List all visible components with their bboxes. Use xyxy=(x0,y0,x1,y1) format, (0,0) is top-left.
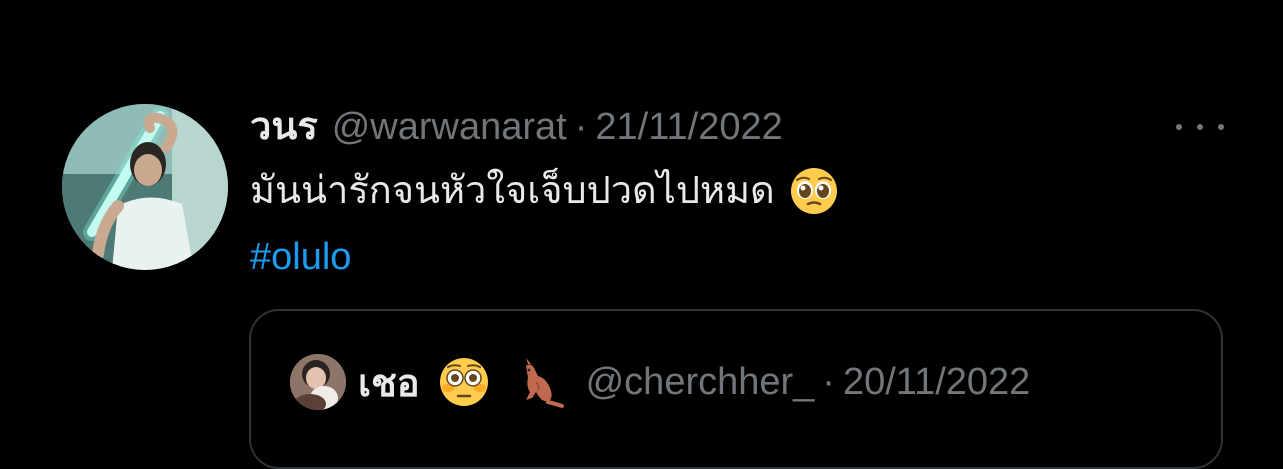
quoted-profile-photo-image xyxy=(290,354,346,410)
quoted-author-handle[interactable]: @cherchher_ xyxy=(586,361,815,404)
tweet-date[interactable]: 21/11/2022 xyxy=(595,104,782,150)
more-dot xyxy=(1197,124,1203,130)
tweet[interactable]: วนร @warwanarat · 21/11/2022 มันน่ารักจน… xyxy=(0,0,1283,469)
author-display-name[interactable]: วนร xyxy=(250,104,318,150)
tweet-text: มันน่ารักจนหัวใจเจ็บปวดไปหมด xyxy=(250,170,775,212)
quoted-author-avatar[interactable] xyxy=(290,354,346,410)
quoted-tweet-header: เชอ @cherchher_ · 20/11/2022 xyxy=(290,352,1030,412)
separator-dot: · xyxy=(574,106,588,148)
more-dot xyxy=(1176,124,1182,130)
author-avatar[interactable] xyxy=(62,104,228,270)
tweet-text-line: มันน่ารักจนหัวใจเจ็บปวดไปหมด xyxy=(250,166,839,216)
author-handle[interactable]: @warwanarat xyxy=(332,104,567,150)
separator-dot: · xyxy=(822,360,835,403)
hashtag-link[interactable]: #olulo xyxy=(250,232,351,282)
quoted-tweet-date[interactable]: 20/11/2022 xyxy=(843,361,1030,404)
pleading-face-emoji xyxy=(789,166,839,216)
quoted-author-display-name[interactable]: เชอ xyxy=(358,352,420,413)
tweet-header: วนร @warwanarat · 21/11/2022 xyxy=(250,104,783,150)
more-dot xyxy=(1218,124,1224,130)
kangaroo-emoji xyxy=(512,356,564,408)
profile-photo-image xyxy=(62,104,228,270)
flushed-face-emoji xyxy=(438,356,490,408)
more-horizontal-icon[interactable] xyxy=(1176,112,1224,142)
